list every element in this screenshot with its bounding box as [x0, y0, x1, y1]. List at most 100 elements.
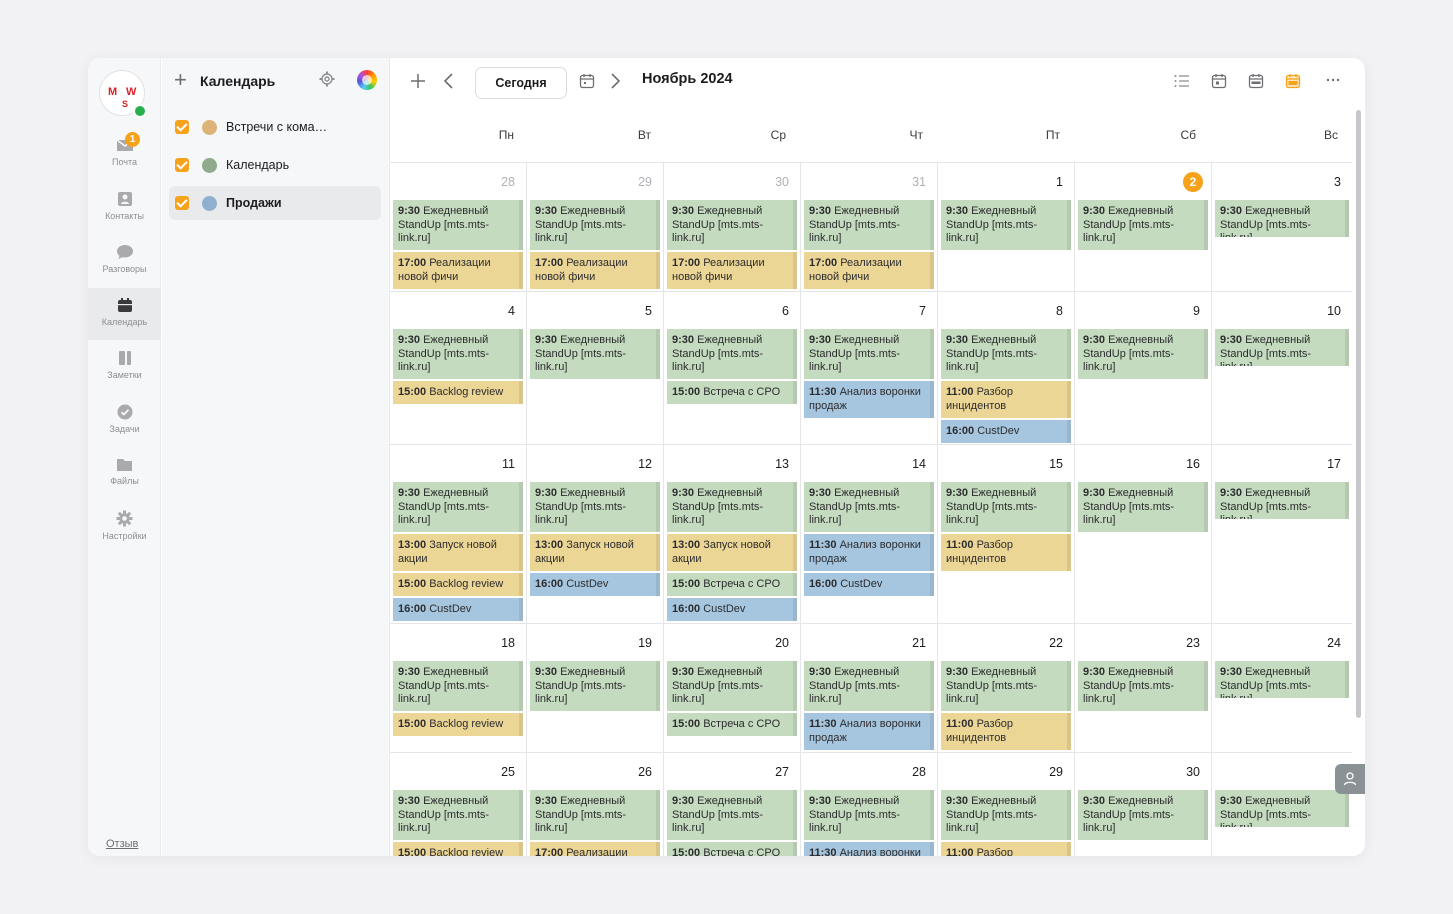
event-chip[interactable]: 9:30 Ежедневный StandUp [mts.mts-link.ru… [804, 329, 934, 379]
today-date-badge[interactable]: 2 [1183, 172, 1203, 192]
day-cell[interactable]: 17 9:30 Ежедневный StandUp [mts.mts-link.… [1212, 445, 1352, 623]
event-chip[interactable]: 9:30 Ежедневный StandUp [mts.mts-link.ru… [667, 482, 797, 532]
day-cell[interactable]: 7 9:30 Ежедневный StandUp [mts.mts-link.r… [801, 292, 938, 444]
event-chip[interactable]: 15:00 Backlog review [393, 573, 523, 596]
event-chip[interactable]: 15:00 Встреча с CPO [667, 573, 797, 596]
calendar-checkbox[interactable] [175, 158, 189, 172]
day-cell[interactable]: 30 9:30 Ежедневный StandUp [mts.mts-link.… [1075, 753, 1212, 856]
calendar-list-item[interactable]: Календарь [169, 148, 381, 182]
day-number[interactable]: 6 [782, 304, 789, 318]
day-cell[interactable]: 14 9:30 Ежедневный StandUp [mts.mts-link.… [801, 445, 938, 623]
rail-item-chats[interactable]: Разговоры [88, 235, 161, 287]
week-view-icon[interactable] [1248, 73, 1264, 89]
event-chip[interactable]: 15:00 Backlog review [393, 381, 523, 404]
event-chip[interactable]: 9:30 Ежедневный StandUp [mts.mts-link.ru… [393, 482, 523, 532]
event-chip[interactable]: 16:00 CustDev [393, 598, 523, 621]
event-chip[interactable]: 13:00 Запуск новой акции [393, 534, 523, 571]
day-number[interactable]: 31 [912, 175, 926, 189]
chevron-right-icon[interactable] [610, 72, 622, 90]
date-picker-icon[interactable] [579, 73, 595, 89]
event-chip[interactable]: 9:30 Ежедневный StandUp [mts.mts-link.ru… [804, 790, 934, 840]
calendar-checkbox[interactable] [175, 120, 189, 134]
day-number[interactable]: 30 [775, 175, 789, 189]
day-number[interactable]: 8 [1056, 304, 1063, 318]
event-chip[interactable]: 16:00 CustDev [530, 573, 660, 596]
event-chip[interactable]: 17:00 Реализации [530, 842, 660, 856]
day-number[interactable]: 19 [638, 636, 652, 650]
event-chip[interactable]: 9:30 Ежедневный StandUp [mts.mts-link.ru… [1215, 661, 1349, 698]
day-cell[interactable]: 30 9:30 Ежедневный StandUp [mts.mts-link.… [664, 163, 801, 291]
event-chip[interactable]: 9:30 Ежедневный StandUp [mts.mts-link.ru… [1078, 482, 1208, 532]
event-chip[interactable]: 11:30 Анализ воронки продаж [804, 534, 934, 571]
day-cell[interactable]: 19 9:30 Ежедневный StandUp [mts.mts-link.… [527, 624, 664, 752]
event-chip[interactable]: 17:00 Реализации новой фичи [804, 252, 934, 289]
event-chip[interactable]: 9:30 Ежедневный StandUp [mts.mts-link.ru… [941, 661, 1071, 711]
day-number[interactable]: 12 [638, 457, 652, 471]
event-chip[interactable]: 16:00 CustDev [804, 573, 934, 596]
day-cell[interactable]: 15 9:30 Ежедневный StandUp [mts.mts-link.… [938, 445, 1075, 623]
day-cell[interactable]: 3 9:30 Ежедневный StandUp [mts.mts-link.r… [1212, 163, 1352, 291]
day-number[interactable]: 26 [638, 765, 652, 779]
day-number[interactable]: 17 [1327, 457, 1341, 471]
calendar-list-item[interactable]: Продажи [169, 186, 381, 220]
day-number[interactable]: 18 [501, 636, 515, 650]
event-chip[interactable]: 15:00 Встреча с CPO [667, 842, 797, 856]
day-cell[interactable]: 9:30 Ежедневный StandUp [mts.mts-link.ru… [1212, 753, 1352, 856]
list-view-icon[interactable] [1174, 74, 1190, 88]
event-chip[interactable]: 17:00 Реализации новой фичи [393, 252, 523, 289]
day-cell[interactable]: 16 9:30 Ежедневный StandUp [mts.mts-link.… [1075, 445, 1212, 623]
event-chip[interactable]: 16:00 CustDev [941, 420, 1071, 443]
event-chip[interactable]: 9:30 Ежедневный StandUp [mts.mts-link.ru… [530, 661, 660, 711]
event-chip[interactable]: 15:00 Встреча с CPO [667, 381, 797, 404]
event-chip[interactable]: 9:30 Ежедневный StandUp [mts.mts-link.ru… [393, 200, 523, 250]
add-event-icon[interactable] [410, 73, 426, 89]
day-cell[interactable]: 28 9:30 Ежедневный StandUp [mts.mts-link.… [801, 753, 938, 856]
event-chip[interactable]: 9:30 Ежедневный StandUp [mts.mts-link.ru… [530, 200, 660, 250]
day-number[interactable]: 10 [1327, 304, 1341, 318]
day-view-icon[interactable] [1211, 73, 1227, 89]
event-chip[interactable]: 9:30 Ежедневный StandUp [mts.mts-link.ru… [393, 329, 523, 379]
day-cell[interactable]: 2 9:30 Ежедневный StandUp [mts.mts-link.r… [1075, 163, 1212, 291]
day-cell[interactable]: 1 9:30 Ежедневный StandUp [mts.mts-link.r… [938, 163, 1075, 291]
event-chip[interactable]: 9:30 Ежедневный StandUp [mts.mts-link.ru… [393, 790, 523, 840]
event-chip[interactable]: 9:30 Ежедневный StandUp [mts.mts-link.ru… [667, 200, 797, 250]
rail-item-tasks[interactable]: Задачи [88, 395, 161, 447]
day-number[interactable]: 28 [912, 765, 926, 779]
add-calendar-icon[interactable]: + [174, 69, 187, 91]
event-chip[interactable]: 11:00 Разбор [941, 842, 1071, 856]
event-chip[interactable]: 9:30 Ежедневный StandUp [mts.mts-link.ru… [530, 482, 660, 532]
rail-item-notes[interactable]: Заметки [88, 341, 161, 393]
day-number[interactable]: 27 [775, 765, 789, 779]
day-number[interactable]: 20 [775, 636, 789, 650]
day-cell[interactable]: 26 9:30 Ежедневный StandUp [mts.mts-link.… [527, 753, 664, 856]
color-picker-icon[interactable] [357, 70, 377, 90]
event-chip[interactable]: 17:00 Реализации новой фичи [530, 252, 660, 289]
event-chip[interactable]: 9:30 Ежедневный StandUp [mts.mts-link.ru… [1078, 790, 1208, 840]
day-cell[interactable]: 29 9:30 Ежедневный StandUp [mts.mts-link.… [938, 753, 1075, 856]
event-chip[interactable]: 9:30 Ежедневный StandUp [mts.mts-link.ru… [1078, 661, 1208, 711]
day-cell[interactable]: 27 9:30 Ежедневный StandUp [mts.mts-link.… [664, 753, 801, 856]
event-chip[interactable]: 9:30 Ежедневный StandUp [mts.mts-link.ru… [941, 329, 1071, 379]
day-cell[interactable]: 10 9:30 Ежедневный StandUp [mts.mts-link.… [1212, 292, 1352, 444]
day-cell[interactable]: 11 9:30 Ежедневный StandUp [mts.mts-link.… [390, 445, 527, 623]
avatar[interactable]: M W S [99, 70, 147, 118]
day-number[interactable]: 25 [501, 765, 515, 779]
event-chip[interactable]: 9:30 Ежедневный StandUp [mts.mts-link.ru… [804, 200, 934, 250]
event-chip[interactable]: 9:30 Ежедневный StandUp [mts.mts-link.ru… [393, 661, 523, 711]
event-chip[interactable]: 16:00 CustDev [667, 598, 797, 621]
day-number[interactable]: 29 [638, 175, 652, 189]
event-chip[interactable]: 9:30 Ежедневный StandUp [mts.mts-link.ru… [804, 661, 934, 711]
day-number[interactable]: 9 [1193, 304, 1200, 318]
day-number[interactable]: 21 [912, 636, 926, 650]
feedback-link[interactable]: Отзыв [106, 838, 138, 850]
day-number[interactable]: 11 [502, 457, 515, 471]
calendar-checkbox[interactable] [175, 196, 189, 210]
event-chip[interactable]: 11:00 Разбор инцидентов [941, 381, 1071, 418]
day-cell[interactable]: 8 9:30 Ежедневный StandUp [mts.mts-link.r… [938, 292, 1075, 444]
event-chip[interactable]: 13:00 Запуск новой акции [667, 534, 797, 571]
day-number[interactable]: 4 [508, 304, 515, 318]
day-number[interactable]: 1 [1056, 175, 1063, 189]
day-cell[interactable]: 22 9:30 Ежедневный StandUp [mts.mts-link.… [938, 624, 1075, 752]
rail-item-calendar[interactable]: Календарь [88, 288, 161, 340]
calendar-list-item[interactable]: Встречи с кома… [169, 110, 381, 144]
